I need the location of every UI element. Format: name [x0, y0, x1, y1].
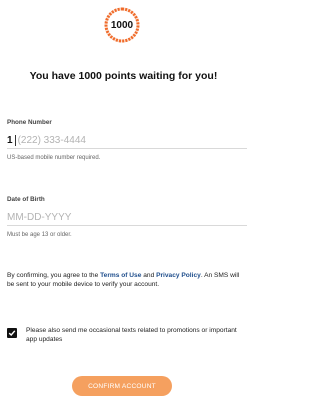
consent-text: By confirming, you agree to the Terms of…	[7, 272, 243, 289]
page-title: You have 1000 points waiting for you!	[29, 70, 218, 82]
terms-of-use-link[interactable]: Terms of Use	[100, 272, 141, 279]
phone-label: Phone Number	[7, 119, 52, 126]
checkmark-icon	[8, 330, 16, 337]
dob-label: Date of Birth	[7, 196, 45, 203]
phone-input[interactable]	[17, 134, 178, 146]
privacy-policy-link[interactable]: Privacy Policy	[156, 272, 201, 279]
phone-field[interactable]: 1	[7, 132, 247, 149]
optin-checkbox[interactable]	[7, 328, 17, 338]
phone-hint: US-based mobile number required.	[7, 155, 101, 161]
optin-label: Please also send me occasional texts rel…	[26, 327, 237, 343]
points-value: 1000	[110, 19, 134, 31]
points-badge: 1000	[103, 6, 141, 44]
dob-field[interactable]	[7, 209, 247, 226]
text-cursor	[14, 134, 16, 146]
consent-text-part: and	[141, 272, 157, 279]
confirm-account-button[interactable]: CONFIRM ACCOUNT	[72, 376, 172, 396]
country-code: 1	[7, 134, 13, 146]
consent-text-part: By confirming, you agree to the	[7, 272, 101, 279]
sms-optin[interactable]: Please also send me occasional texts rel…	[7, 327, 243, 344]
dob-hint: Must be age 13 or older.	[7, 232, 72, 238]
dob-input[interactable]	[7, 211, 167, 223]
